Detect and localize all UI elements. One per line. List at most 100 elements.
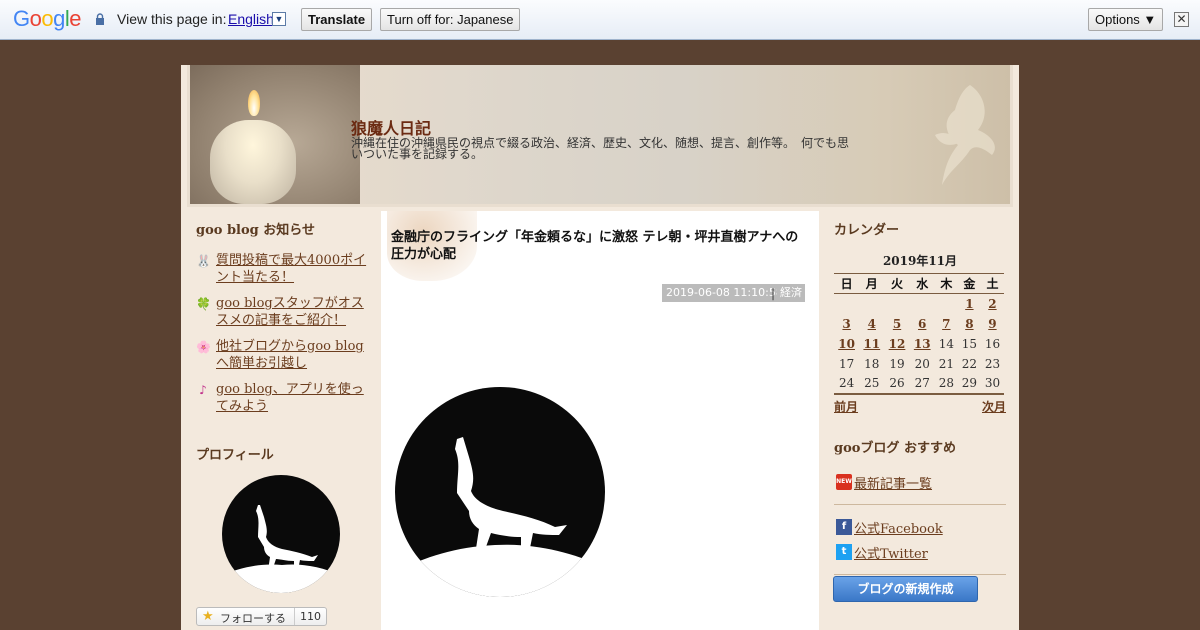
calendar-day: 28 <box>934 373 958 395</box>
translate-button[interactable]: Translate <box>301 8 373 31</box>
calendar-day: 27 <box>909 373 935 395</box>
lock-icon <box>96 13 104 25</box>
post-image <box>395 387 605 597</box>
calendar-day: 30 <box>980 373 1004 395</box>
news-list: 🐰 質問投稿で最大4000ポイント当たる！ 🍀 goo blogスタッフがオスス… <box>196 252 371 415</box>
calendar-day[interactable]: 4 <box>859 314 884 334</box>
calendar-day: 23 <box>984 356 1001 371</box>
weekday-header: 火 <box>884 273 910 294</box>
calendar-day: 17 <box>838 356 855 371</box>
calendar-week: 17 18 19 20 21 22 23 <box>834 354 1004 374</box>
calendar-day[interactable]: 8 <box>958 314 981 334</box>
weekday-header: 金 <box>957 273 981 294</box>
calendar-day[interactable]: 2 <box>981 294 1004 314</box>
calendar-week: 12 <box>834 294 1004 314</box>
calendar-day: 24 <box>834 373 860 395</box>
profile-heading: プロフィール <box>196 448 274 463</box>
calendar-day[interactable]: 6 <box>910 314 935 334</box>
weekday-header: 日 <box>834 273 860 294</box>
news-item: ♪ goo blog、アプリを使ってみよう <box>196 381 371 415</box>
twitter-item: t 公式Twitter <box>834 540 1006 562</box>
prev-month-link[interactable]: 前月 <box>834 398 858 415</box>
flower-icon: 🌸 <box>196 340 211 354</box>
weekday-header: 月 <box>859 273 885 294</box>
new-blog-button[interactable]: ブログの新規作成 <box>833 576 978 602</box>
calendar-day[interactable]: 11 <box>859 334 884 354</box>
candle-icon <box>210 120 296 204</box>
calendar-nav: 前月 次月 <box>834 398 1006 416</box>
chevron-down-icon[interactable]: ▼ <box>272 12 286 26</box>
calendar-day: 18 <box>864 356 880 371</box>
post-date: 2019-06-08 11:10:58 <box>662 284 787 302</box>
calendar-day: 25 <box>859 373 885 395</box>
news-link[interactable]: 他社ブログからgoo blogへ簡単お引越し <box>216 339 364 371</box>
divider <box>834 574 1006 575</box>
follow-count: 110 <box>294 608 321 625</box>
calendar-day: 21 <box>938 356 954 371</box>
calendar-day[interactable]: 12 <box>884 334 909 354</box>
post-title[interactable]: 金融庁のフライング「年金頼るな」に激怒 テレ朝・坪井直樹アナへの圧力が心配 <box>391 229 806 263</box>
calendar-day[interactable]: 5 <box>884 314 909 334</box>
calendar-day: 14 <box>938 336 954 351</box>
news-link[interactable]: goo blog、アプリを使ってみよう <box>216 382 364 414</box>
divider <box>834 504 1006 505</box>
calendar-day[interactable]: 10 <box>834 334 859 354</box>
calendar-day: 29 <box>957 373 981 395</box>
star-icon: ★ <box>202 609 214 624</box>
calendar-body: 1 2 3 4 5 6 7 8 9 10 11 12 13 14 15 16 17 18 19 20 21 22 23 24 2… <box>834 294 1004 395</box>
recommend-heading: gooブログ おすすめ <box>834 441 956 456</box>
blog-page: 狼魔人日記 沖縄在住の沖縄県民の視点で綴る政治、経済、歴史、文化、随想、提言、創… <box>181 65 1019 630</box>
calendar-day: 20 <box>914 356 930 371</box>
twitter-link[interactable]: 公式Twitter <box>854 543 928 562</box>
avatar[interactable] <box>222 475 340 593</box>
turn-off-button[interactable]: Turn off for: Japanese <box>380 8 521 31</box>
news-link[interactable]: 質問投稿で最大4000ポイント当たる！ <box>216 253 366 285</box>
rabbit-icon: 🐰 <box>196 254 211 268</box>
blog-description: 沖縄在住の沖縄県民の視点で綴る政治、経済、歴史、文化、随想、提言、創作等。 何で… <box>351 136 850 161</box>
close-icon[interactable]: ✕ <box>1174 12 1189 27</box>
facebook-link[interactable]: 公式Facebook <box>854 518 943 537</box>
calendar-day <box>834 294 859 314</box>
calendar-day[interactable]: 3 <box>834 314 859 334</box>
calendar-day <box>910 294 935 314</box>
follow-button[interactable]: ★ フォローする 110 <box>196 607 327 626</box>
right-sidebar: カレンダー 2019年11月 日 月 火 水 木 金 土 1 2 3 4 5 6 7 8 9 10… <box>820 211 1019 630</box>
flame-icon <box>248 90 260 116</box>
calendar-heading: カレンダー <box>834 223 900 238</box>
latest-posts-link[interactable]: 最新記事一覧 <box>854 473 932 492</box>
news-heading: goo blog お知らせ <box>196 223 316 238</box>
language-select[interactable]: English <box>228 11 274 27</box>
news-section: goo blog お知らせ 🐰 質問投稿で最大4000ポイント当たる！ 🍀 go… <box>196 219 371 424</box>
profile-section: プロフィール ★ フォローする 110 <box>196 444 371 626</box>
calendar-day[interactable]: 7 <box>935 314 958 334</box>
news-link[interactable]: goo blogスタッフがオススメの記事をご紹介！ <box>216 296 364 328</box>
meta-separator: | <box>771 286 776 300</box>
google-logo: Google <box>13 6 82 31</box>
weekday-header: 水 <box>909 273 935 294</box>
goldfish-icon <box>935 85 995 185</box>
calendar-day: 22 <box>961 356 978 371</box>
options-button[interactable]: Options ▼ <box>1088 8 1164 31</box>
calendar-day: 19 <box>889 356 905 371</box>
calendar-month: 2019年11月 <box>882 254 958 268</box>
calendar-table: 日 月 火 水 木 金 土 1 2 3 4 5 6 7 8 9 10 11 12 13 14 15 16 17 1… <box>834 273 1004 395</box>
next-month-link[interactable]: 次月 <box>982 398 1006 415</box>
facebook-icon: f <box>836 519 852 535</box>
wolf-icon <box>222 505 340 593</box>
weekday-row: 日 月 火 水 木 金 土 <box>834 273 1004 294</box>
calendar-day[interactable]: 1 <box>958 294 981 314</box>
news-item: 🐰 質問投稿で最大4000ポイント当たる！ <box>196 252 371 286</box>
weekday-header: 木 <box>934 273 958 294</box>
calendar-day: 16 <box>984 336 1001 351</box>
recommend-section: gooブログ おすすめ NEW 最新記事一覧 f 公式Facebook t 公式… <box>834 437 1006 585</box>
news-item: 🌸 他社ブログからgoo blogへ簡単お引越し <box>196 338 371 372</box>
calendar-day[interactable]: 9 <box>981 314 1004 334</box>
wolf-icon <box>395 437 605 597</box>
calendar-day[interactable]: 13 <box>910 334 935 354</box>
calendar-day: 26 <box>884 373 910 395</box>
left-sidebar: goo blog お知らせ 🐰 質問投稿で最大4000ポイント当たる！ 🍀 go… <box>181 211 380 630</box>
view-page-label: View this page in: <box>117 11 227 27</box>
post-category[interactable]: 経済 <box>777 284 805 302</box>
facebook-item: f 公式Facebook <box>834 515 1006 537</box>
latest-posts-item: NEW 最新記事一覧 <box>834 470 1006 492</box>
